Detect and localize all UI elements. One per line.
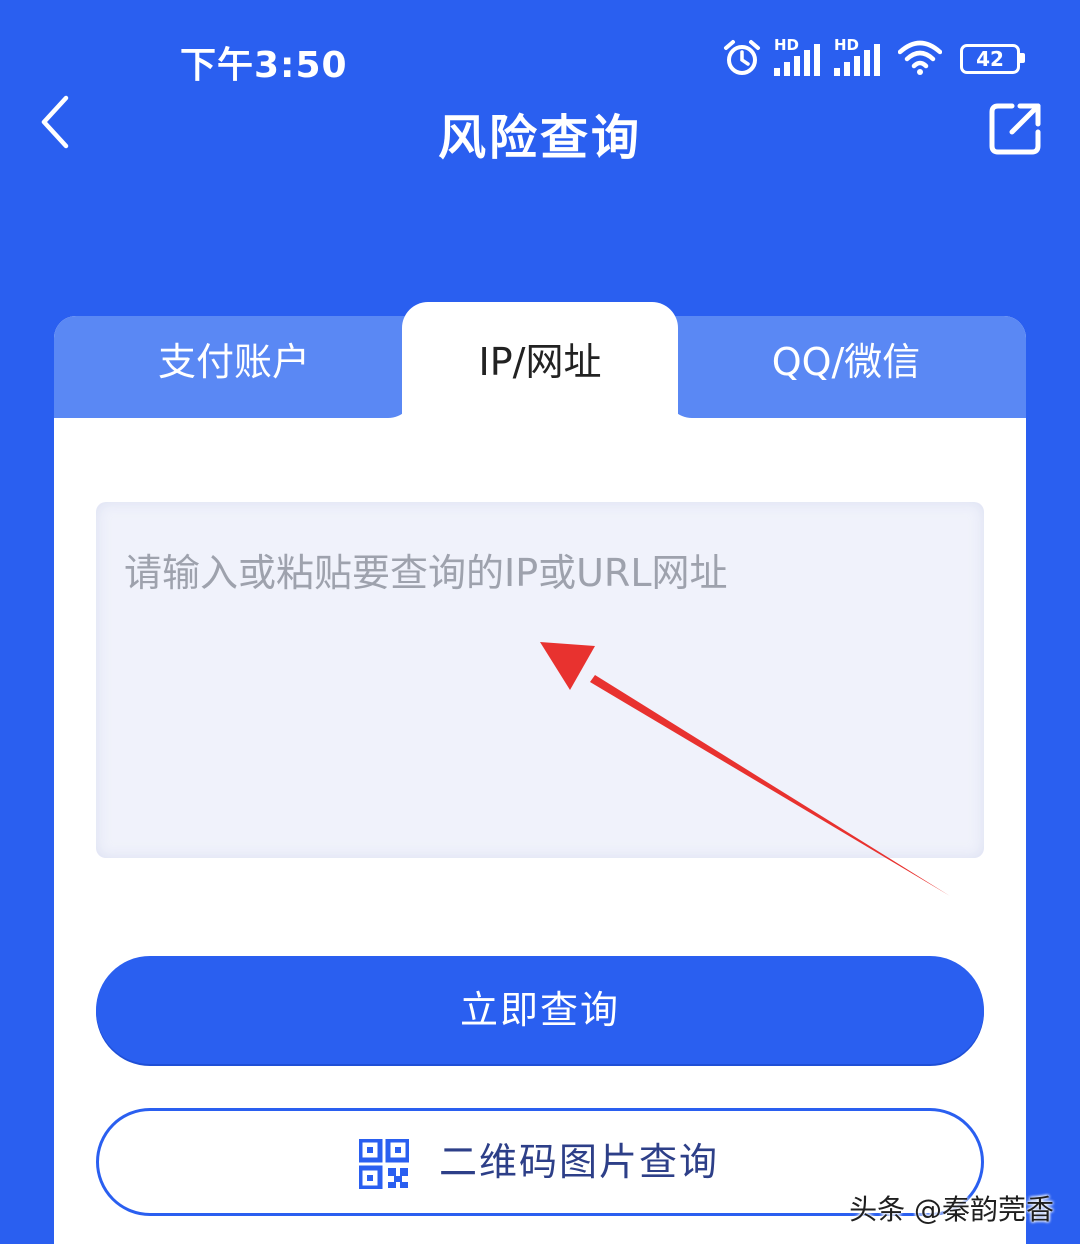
tab-qq-wechat[interactable]: QQ/微信 xyxy=(666,316,1026,418)
qr-code-icon xyxy=(359,1139,409,1189)
tab-label: IP/网址 xyxy=(478,340,602,384)
query-input[interactable] xyxy=(96,502,984,858)
battery-level: 42 xyxy=(976,47,1004,71)
signal-icon xyxy=(774,44,820,76)
alarm-icon xyxy=(724,40,760,75)
screen: 下午3:50 HD HD 42 风险查询 支付账户 QQ/微信 IP/网址 请输… xyxy=(0,0,1080,1244)
battery-icon: 42 xyxy=(960,44,1025,74)
tab-label: QQ/微信 xyxy=(771,340,921,384)
query-now-button[interactable]: 立即查询 xyxy=(96,956,984,1064)
page-title: 风险查询 xyxy=(437,110,642,166)
query-now-label: 立即查询 xyxy=(459,988,620,1032)
share-external-icon[interactable] xyxy=(986,100,1044,158)
tab-label: 支付账户 xyxy=(157,340,310,384)
watermark: 头条 @秦韵莞香 xyxy=(849,1193,1054,1226)
status-time: 下午3:50 xyxy=(180,45,348,86)
tab-payment-account[interactable]: 支付账户 xyxy=(54,316,414,418)
tab-ip-url[interactable]: IP/网址 xyxy=(402,302,678,432)
qr-code-query-label: 二维码图片查询 xyxy=(439,1140,720,1184)
signal-icon xyxy=(834,44,880,76)
wifi-icon xyxy=(898,40,942,75)
